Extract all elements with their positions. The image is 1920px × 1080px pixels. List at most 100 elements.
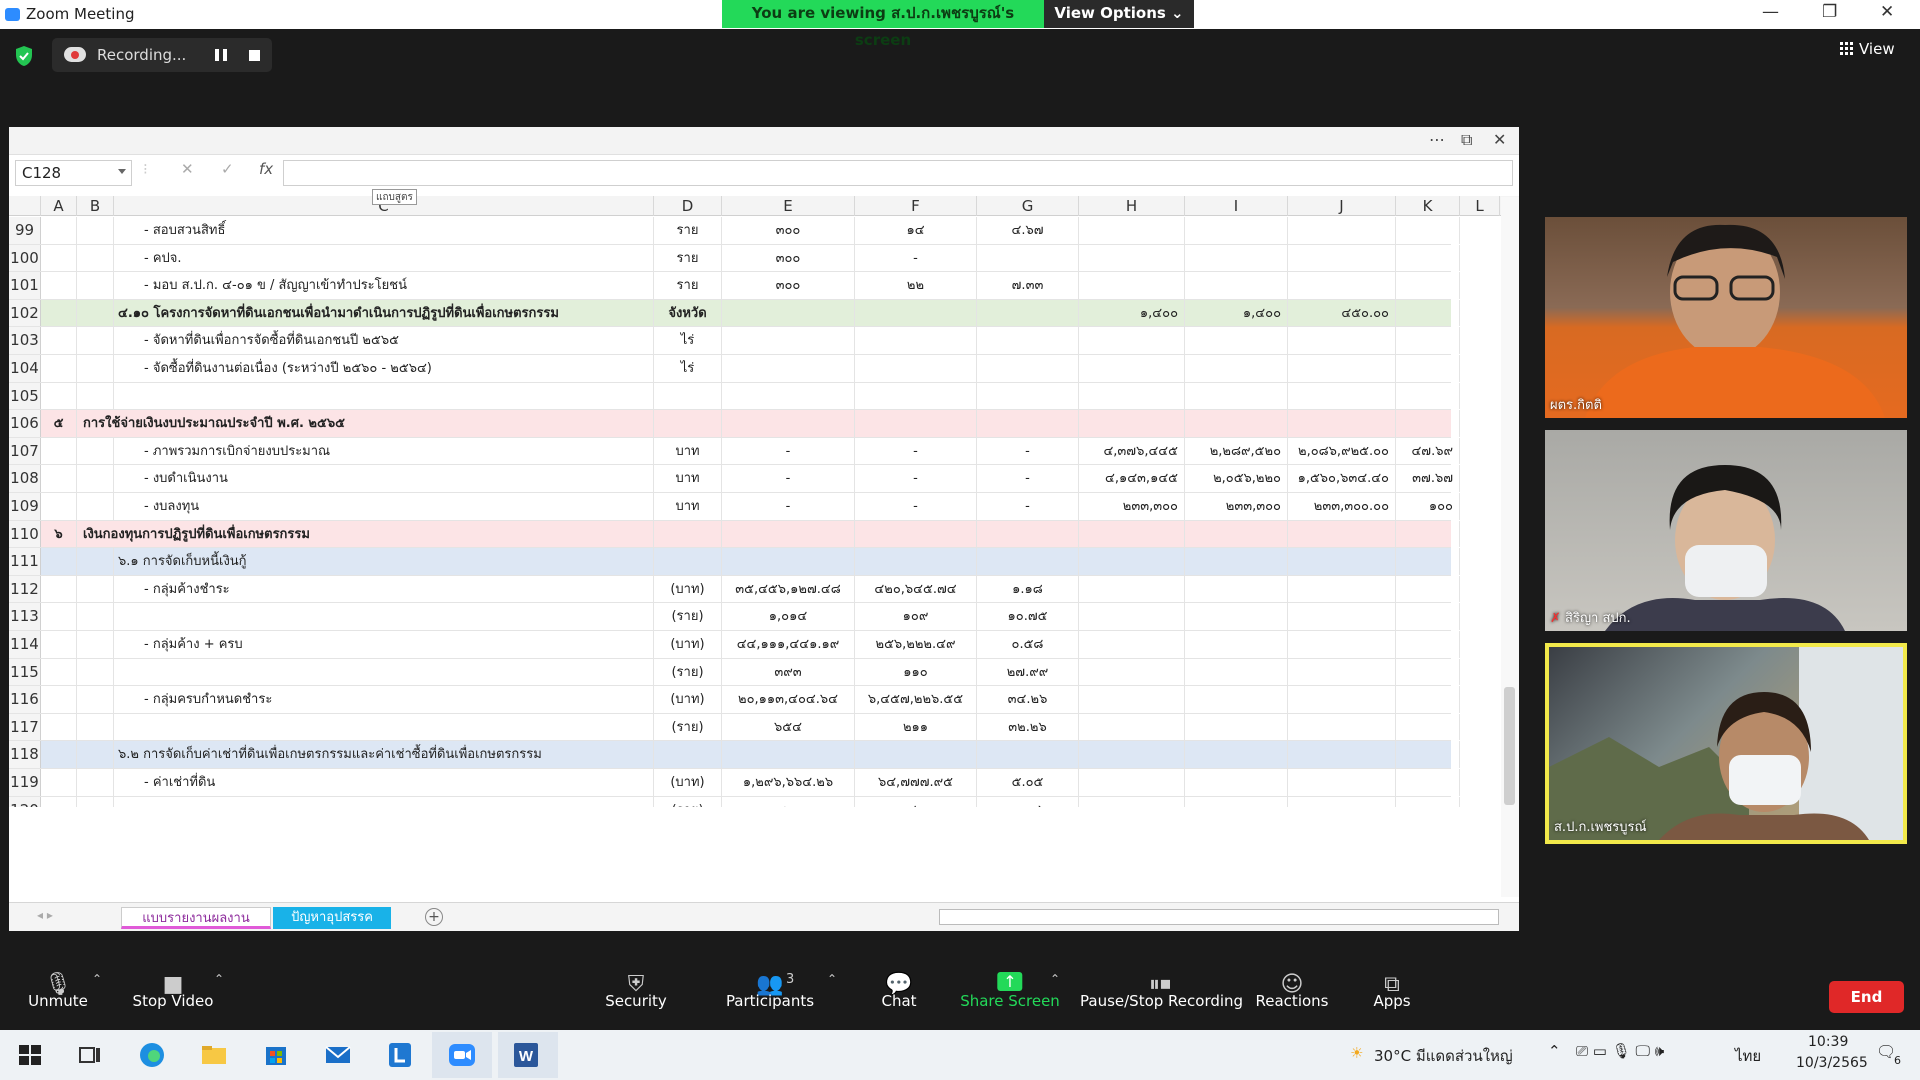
sheet-row[interactable]: 105 [9, 382, 1460, 411]
cell-g[interactable]: ๐.๕๘ [977, 631, 1079, 658]
word-app-icon[interactable]: W [510, 1039, 542, 1071]
cell-h[interactable] [1079, 796, 1185, 807]
task-view-icon[interactable] [74, 1039, 106, 1071]
microsoft-store-icon[interactable] [260, 1039, 292, 1071]
cell-g[interactable] [977, 741, 1079, 768]
cell-g[interactable]: ๕.๐๕ [977, 769, 1079, 796]
cell-e[interactable]: ๑๒๑ [722, 796, 855, 807]
cell-c[interactable]: การใช้จ่ายเงินงบประมาณประจำปี พ.ศ. ๒๕๖๕ [77, 410, 654, 437]
tray-icons[interactable]: ⎚ ▭ 🎙 🖵 🕪 [1576, 1042, 1664, 1060]
cell-e[interactable]: ๓๙๓ [722, 658, 855, 686]
cell-b[interactable] [77, 686, 114, 713]
cell-a[interactable] [41, 769, 77, 796]
name-box[interactable]: C128 [15, 160, 132, 186]
cell-c[interactable]: - จัดหาที่ดินเพื่อการจัดซื้อที่ดินเอกชนป… [114, 327, 654, 354]
sheet-row[interactable]: 117 (ราย) ๖๕๔ ๒๑๑ ๓๒.๒๖ [9, 713, 1460, 742]
cell-f[interactable] [855, 741, 977, 768]
sheet-tab-problems[interactable]: ปัญหาอุปสรรค [273, 907, 391, 929]
cell-f[interactable] [855, 520, 977, 548]
cell-g[interactable]: - [977, 465, 1079, 492]
cell-b[interactable] [77, 437, 114, 465]
cell-h[interactable] [1079, 272, 1185, 299]
cell-g[interactable] [977, 299, 1079, 327]
cell-i[interactable] [1185, 520, 1288, 548]
cell-c[interactable]: เงินกองทุนการปฏิรูปที่ดินเพื่อเกษตรกรรม [77, 520, 654, 548]
cell-b[interactable] [77, 658, 114, 686]
cell-b[interactable] [77, 769, 114, 796]
cell-e[interactable] [722, 520, 855, 548]
cell-f[interactable]: ๑๐๙ [855, 603, 977, 630]
close-sheet-icon[interactable]: ✕ [1493, 130, 1506, 149]
row-number[interactable]: 104 [9, 355, 41, 382]
cell-h[interactable] [1079, 658, 1185, 686]
cell-a[interactable] [41, 713, 77, 741]
stop-video-button[interactable]: ■ Stop Video [128, 950, 218, 1030]
row-number[interactable]: 110 [9, 520, 41, 548]
cell-i[interactable]: ๒,๒๘๙,๕๒๐ [1185, 437, 1288, 465]
cell-i[interactable] [1185, 631, 1288, 658]
cell-j[interactable] [1288, 327, 1396, 354]
cell-i[interactable]: ๑,๔๐๐ [1185, 299, 1288, 327]
cell-a[interactable]: ๖ [41, 520, 77, 548]
cell-k[interactable] [1396, 327, 1460, 354]
row-number[interactable]: 118 [9, 741, 41, 768]
row-number[interactable]: 100 [9, 244, 41, 272]
cell-d[interactable]: ไร่ [654, 355, 722, 382]
windows-start-icon[interactable] [14, 1039, 46, 1071]
cell-b[interactable] [77, 493, 114, 520]
formula-input[interactable] [283, 160, 1513, 186]
cell-c[interactable] [114, 658, 654, 686]
end-meeting-button[interactable]: End [1829, 981, 1904, 1013]
cell-c[interactable]: - ภาพรวมการเบิกจ่ายงบประมาณ [114, 437, 654, 465]
cell-a[interactable] [41, 217, 77, 244]
cell-d[interactable]: ราย [654, 272, 722, 299]
column-header-d[interactable]: D [654, 196, 722, 216]
cell-b[interactable] [77, 713, 114, 741]
cell-g[interactable] [977, 548, 1079, 575]
cell-i[interactable] [1185, 217, 1288, 244]
cell-k[interactable] [1396, 548, 1460, 575]
cell-c[interactable] [114, 796, 654, 807]
cell-k[interactable]: ๔๗.๖๙ [1396, 437, 1460, 465]
cell-i[interactable] [1185, 796, 1288, 807]
cell-h[interactable]: ๔,๑๔๓,๑๔๕ [1079, 465, 1185, 492]
column-header-k[interactable]: K [1396, 196, 1460, 216]
cell-i[interactable] [1185, 244, 1288, 272]
cell-j[interactable]: ๒,๐๘๖,๙๒๕.๐๐ [1288, 437, 1396, 465]
cell-a[interactable] [41, 272, 77, 299]
row-number[interactable]: 108 [9, 465, 41, 492]
cell-a[interactable] [41, 327, 77, 354]
cell-d[interactable] [654, 741, 722, 768]
select-all-corner[interactable] [9, 196, 41, 216]
row-number[interactable]: 117 [9, 713, 41, 741]
cell-a[interactable] [41, 299, 77, 327]
cell-g[interactable]: - [977, 437, 1079, 465]
cell-g[interactable]: ๒๗.๙๙ [977, 658, 1079, 686]
cell-b[interactable] [77, 796, 114, 807]
cell-d[interactable] [654, 520, 722, 548]
cell-h[interactable] [1079, 382, 1185, 410]
sheet-grid[interactable]: 99- สอบสวนสิทธิ์ ราย ๓๐๐ ๑๔ ๔.๖๗ 100- คปจ. ราย… [9, 217, 1511, 807]
cell-k[interactable]: ๑๐๐ [1396, 493, 1460, 520]
cell-d[interactable] [654, 410, 722, 437]
cell-d[interactable]: (บาท) [654, 769, 722, 796]
cell-i[interactable] [1185, 355, 1288, 382]
cell-k[interactable] [1396, 686, 1460, 713]
cell-i[interactable] [1185, 382, 1288, 410]
cell-a[interactable] [41, 658, 77, 686]
cell-d[interactable]: ไร่ [654, 327, 722, 354]
cell-h[interactable] [1079, 741, 1185, 768]
cell-b[interactable] [77, 382, 114, 410]
video-tile-3-active[interactable]: ส.ป.ก.เพชรบูรณ์ [1545, 643, 1907, 844]
cell-i[interactable] [1185, 410, 1288, 437]
cell-j[interactable] [1288, 713, 1396, 741]
cell-e[interactable] [722, 299, 855, 327]
cell-f[interactable] [855, 299, 977, 327]
cell-e[interactable] [722, 327, 855, 354]
cell-c[interactable]: - คปจ. [114, 244, 654, 272]
cell-c[interactable]: - จัดซื้อที่ดินงานต่อเนื่อง (ระหว่างปี ๒… [114, 355, 654, 382]
prev-sheet-icon[interactable]: ◂ ▸ [37, 908, 53, 922]
video-options-chevron-icon[interactable]: ⌃ [214, 972, 224, 986]
cell-a[interactable] [41, 631, 77, 658]
row-number[interactable]: 119 [9, 769, 41, 796]
